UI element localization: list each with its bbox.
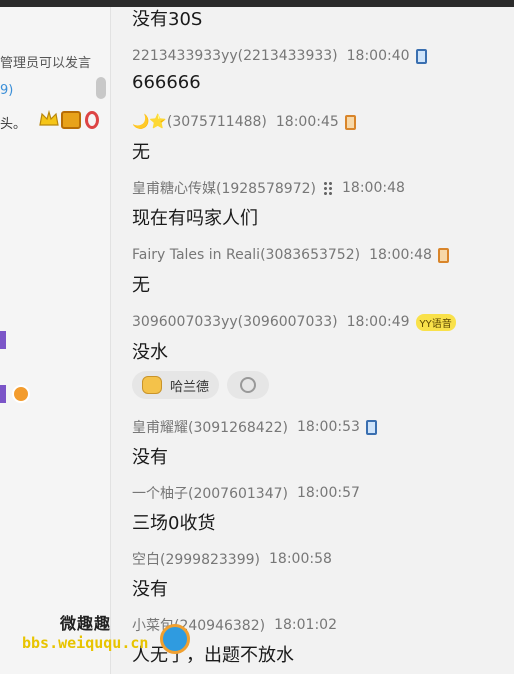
status-badge-icon: [12, 385, 30, 403]
message-time: 18:00:57: [297, 485, 360, 501]
yy-voice-badge: YY语音: [415, 313, 456, 331]
message-time: 18:00:48: [369, 247, 432, 263]
watermark-url: bbs.weiququ.cn: [22, 634, 149, 652]
sender-name[interactable]: 2213433933yy(2213433933): [132, 48, 338, 64]
message-time: 18:00:58: [269, 551, 332, 567]
message-time: 18:01:02: [274, 617, 337, 633]
sender-name[interactable]: Fairy Tales in Reali(3083653752): [132, 247, 360, 263]
message-item: 空白(2999823399) 18:00:58 没有: [132, 550, 502, 601]
message-item: Fairy Tales in Reali(3083653752) 18:00:4…: [132, 246, 502, 297]
member-avatar[interactable]: [0, 331, 6, 349]
reaction-name: 哈兰德: [170, 379, 210, 395]
emoji-face-icon: [142, 376, 162, 394]
message-item: 皇甫糖心传媒(1928578972) 18:00:48 现在有吗家人们: [132, 179, 502, 230]
message-item: 皇甫耀耀(3091268422) 18:00:53 没有: [132, 418, 502, 469]
message-time: 18:00:49: [346, 314, 410, 330]
sender-name[interactable]: 空白(2999823399): [132, 549, 260, 569]
mascot-icon: [160, 624, 190, 654]
phone-icon: [344, 114, 356, 130]
sender-name[interactable]: 皇甫耀耀(3091268422): [132, 417, 288, 437]
left-scrollbar[interactable]: [96, 77, 106, 99]
sender-emoji: 🌙⭐: [132, 114, 167, 130]
title-bar: [0, 0, 514, 7]
reaction-chip[interactable]: 哈兰德: [132, 371, 220, 399]
add-reaction-button[interactable]: [227, 371, 270, 399]
reaction-bar: 哈兰德: [132, 371, 270, 399]
message-text: 没有30S: [132, 9, 203, 30]
level-badge-icon: [61, 111, 81, 129]
sender-name[interactable]: (3075711488): [167, 114, 267, 130]
message-text: 无: [132, 275, 150, 296]
message-text: 666666: [132, 72, 201, 93]
group-snippet: 头。: [0, 117, 27, 132]
group-list-panel: 管理员可以发言 9) 头。: [0, 7, 111, 674]
ring-badge-icon: [85, 111, 99, 129]
message-time: 18:00:45: [275, 114, 339, 130]
phone-icon: [365, 419, 377, 435]
sender-name[interactable]: 3096007033yy(3096007033): [132, 314, 338, 330]
message-item: 一个柚子(2007601347) 18:00:57 三场0收货: [132, 484, 502, 535]
sender-name[interactable]: 一个柚子(2007601347): [132, 483, 288, 503]
message-text: 没水: [132, 342, 168, 363]
watermark-title: 微趣趣: [60, 614, 112, 633]
message-text: 现在有吗家人们: [132, 208, 258, 229]
member-count: 9): [0, 83, 14, 98]
message-time: 18:00:48: [342, 180, 405, 196]
dots-icon: [323, 181, 333, 195]
crown-icon: [39, 109, 59, 126]
member-avatar[interactable]: [0, 385, 6, 403]
phone-icon: [415, 48, 427, 64]
message-time: 18:00:40: [346, 48, 410, 64]
message-item: 3096007033yy(3096007033) 18:00:49 YY语音 没…: [132, 313, 502, 364]
message-item: 没有30S: [132, 7, 502, 31]
message-text: 三场0收货: [132, 513, 216, 534]
smile-icon: [240, 377, 257, 393]
watermark: 微趣趣 bbs.weiququ.cn: [0, 596, 190, 666]
message-time: 18:00:53: [297, 419, 360, 435]
sender-name[interactable]: 皇甫糖心传媒(1928578972): [132, 178, 316, 198]
group-notice-text: 管理员可以发言: [0, 56, 92, 71]
chat-message-area: 没有30S 2213433933yy(2213433933) 18:00:40 …: [111, 7, 514, 674]
message-item: 2213433933yy(2213433933) 18:00:40 666666: [132, 47, 502, 93]
message-item: 🌙⭐ (3075711488) 18:00:45 无: [132, 113, 502, 164]
phone-icon: [437, 247, 449, 263]
message-text: 无: [132, 142, 150, 163]
message-text: 没有: [132, 447, 168, 468]
